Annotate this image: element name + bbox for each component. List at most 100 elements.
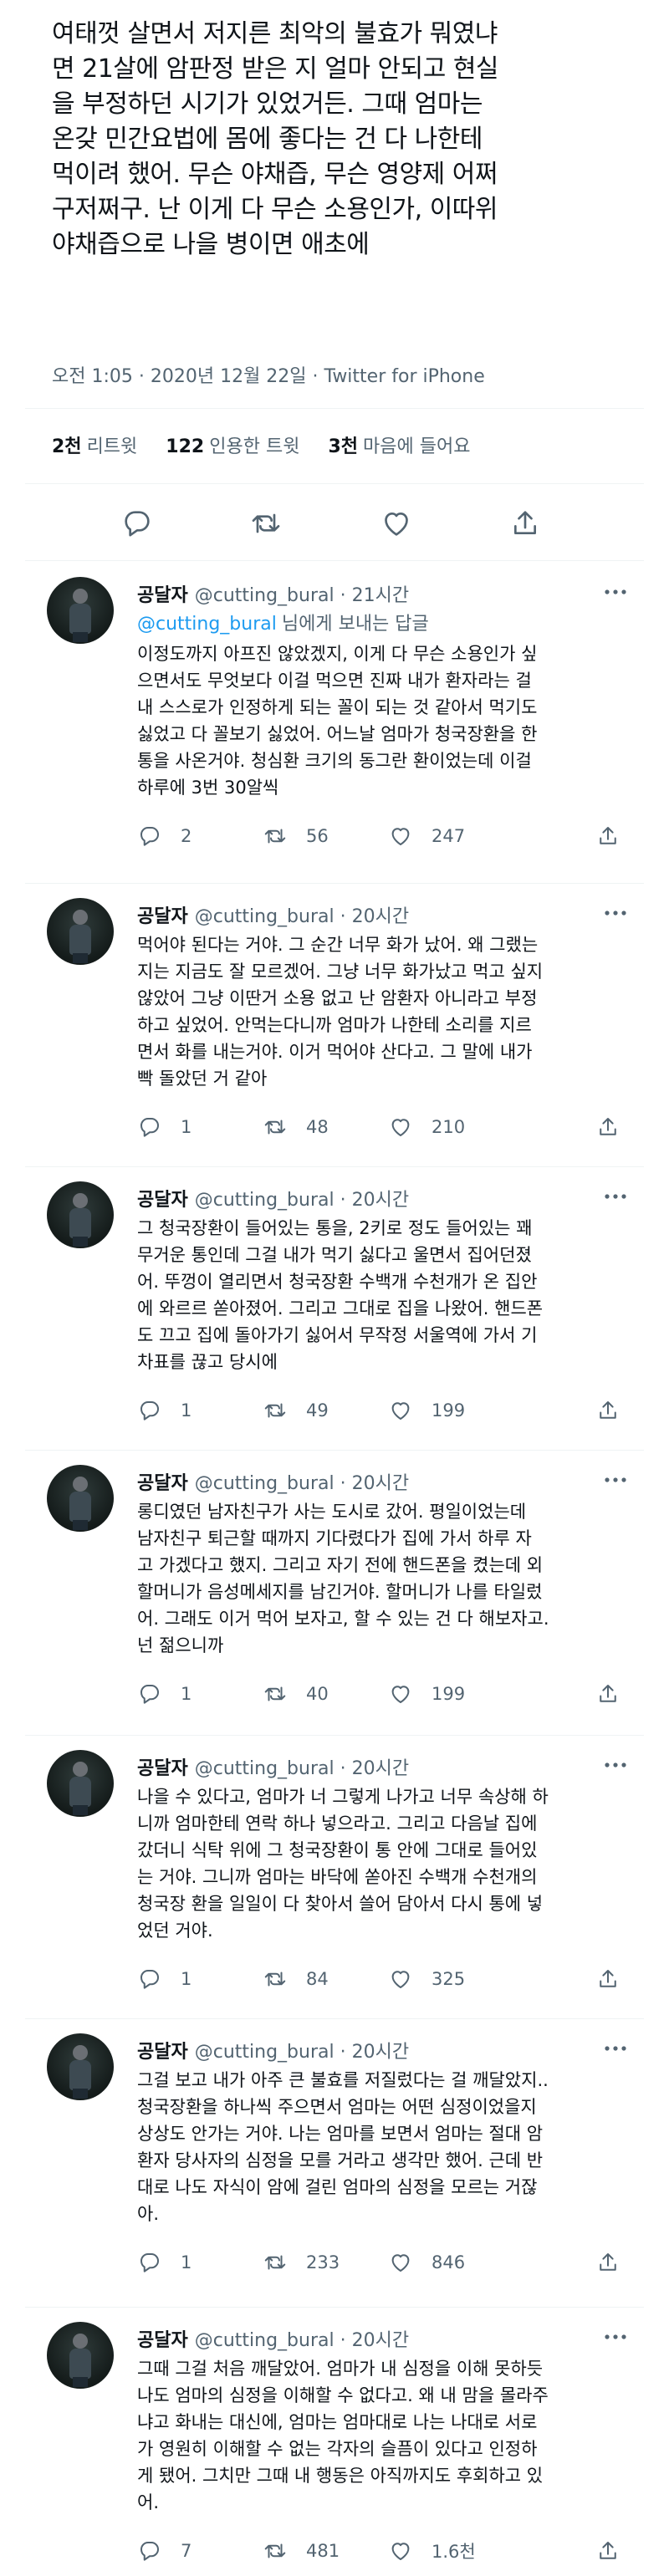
like-count: 247 <box>432 826 466 846</box>
replying-to-label: 님에게 보내는 답글 <box>281 614 429 635</box>
display-name[interactable]: 공달자 <box>137 906 188 927</box>
reply-time[interactable]: · 20시간 <box>340 906 409 927</box>
divider <box>25 408 644 409</box>
avatar-image[interactable] <box>47 1465 114 1532</box>
retweet-count: 40 <box>306 1684 329 1704</box>
reply-text-line: 지는 지금도 잘 모르겠어. 그냥 너무 화가났고 먹고 싶지 <box>137 962 544 982</box>
user-handle[interactable]: @cutting_bural <box>195 1190 334 1211</box>
retweet-count: 233 <box>306 2252 340 2272</box>
reply-text-line: 할머니가 음성메세지를 남긴거야. 할머니가 나를 타일렀 <box>137 1582 543 1602</box>
retweet-count[interactable]: 2천 리트윗 <box>52 431 137 458</box>
user-handle[interactable]: @cutting_bural <box>195 906 334 927</box>
like-button[interactable]: 210 <box>388 1110 465 1144</box>
divider <box>25 883 644 884</box>
avatar-image[interactable] <box>47 1181 114 1248</box>
reply-text-line: 었던 거야. <box>137 1921 213 1941</box>
reply-button[interactable]: 1 <box>137 1677 192 1711</box>
tweet-text-line: 온갖 민간요법에 몸에 좋다는 건 다 나한테 <box>52 125 483 154</box>
reply-text: 그때 그걸 처음 깨달았어. 엄마가 내 심정을 이해 못하듯 나도 엄마의 심정… <box>137 2355 639 2516</box>
reply-button[interactable]: 1 <box>137 1110 192 1144</box>
quote-count[interactable]: 122 인용한 트윗 <box>166 431 299 458</box>
replying-to-link[interactable]: @cutting_bural <box>137 614 277 635</box>
like-button[interactable]: 1.6천 <box>388 2534 476 2568</box>
user-handle[interactable]: @cutting_bural <box>195 2042 334 2063</box>
retweet-icon[interactable] <box>249 507 283 540</box>
reply-time[interactable]: · 20시간 <box>340 1473 409 1494</box>
retweet-button[interactable]: 49 <box>263 1394 329 1427</box>
reply-text-line: 하고 싶었어. 안먹는다니까 엄마가 나한테 소리를 지르 <box>137 1015 532 1035</box>
retweet-button[interactable]: 84 <box>263 1962 329 1996</box>
retweet-button[interactable]: 48 <box>263 1110 329 1144</box>
share-button[interactable] <box>595 2534 639 2568</box>
user-handle[interactable]: @cutting_bural <box>195 1758 334 1779</box>
user-handle[interactable]: @cutting_bural <box>195 585 334 606</box>
reply-time[interactable]: · 20시간 <box>340 1190 409 1211</box>
like-button[interactable]: 199 <box>388 1394 465 1427</box>
heart-icon[interactable] <box>380 507 413 540</box>
display-name[interactable]: 공달자 <box>137 1190 188 1211</box>
retweet-button[interactable]: 40 <box>263 1677 329 1711</box>
reply-time[interactable]: · 21시간 <box>340 585 409 606</box>
user-handle[interactable]: @cutting_bural <box>195 2330 334 2351</box>
avatar-image[interactable] <box>47 898 114 965</box>
share-icon[interactable] <box>508 507 542 540</box>
reply-text: 이정도까지 아프진 않았겠지, 이게 다 무슨 소용인가 싶 으면서도 무엇보다 … <box>137 640 639 801</box>
share-button[interactable] <box>595 1677 639 1711</box>
avatar-image[interactable] <box>47 2033 114 2100</box>
reply-time[interactable]: · 20시간 <box>340 2330 409 2351</box>
reply-text-line: 어. 그래도 이거 먹어 보자고, 할 수 있는 건 다 해보자고. <box>137 1609 549 1629</box>
display-name[interactable]: 공달자 <box>137 2330 188 2351</box>
more-icon[interactable] <box>599 1755 632 1775</box>
like-button[interactable]: 247 <box>388 819 465 853</box>
more-icon[interactable] <box>599 903 632 923</box>
reply-time[interactable]: · 20시간 <box>340 2042 409 2063</box>
avatar-image[interactable] <box>47 577 114 644</box>
retweet-button[interactable]: 233 <box>263 2246 340 2279</box>
heart-icon <box>388 1681 432 1706</box>
reply-text-line: 남자친구 퇴근할 때까지 기다렸다가 집에 가서 하루 자 <box>137 1528 532 1548</box>
more-icon[interactable] <box>599 2038 632 2058</box>
user-handle[interactable]: @cutting_bural <box>195 1473 334 1494</box>
retweet-count: 84 <box>306 1969 329 1989</box>
avatar-image[interactable] <box>47 1750 114 1817</box>
avatar-image[interactable] <box>47 2322 114 2389</box>
share-button[interactable] <box>595 819 639 853</box>
reply-text-line: 면서 화를 내는거야. 이거 먹어야 산다고. 그 말에 내가 <box>137 1042 533 1062</box>
share-button[interactable] <box>595 1110 639 1144</box>
display-name[interactable]: 공달자 <box>137 1473 188 1494</box>
retweet-button[interactable]: 481 <box>263 2534 340 2568</box>
more-icon[interactable] <box>599 582 632 602</box>
reply-button[interactable]: 2 <box>137 819 192 853</box>
share-button[interactable] <box>595 1962 639 1996</box>
like-button[interactable]: 846 <box>388 2246 465 2279</box>
more-icon[interactable] <box>599 1186 632 1206</box>
reply-button[interactable]: 7 <box>137 2534 192 2568</box>
share-button[interactable] <box>595 2246 639 2279</box>
reply-time[interactable]: · 20시간 <box>340 1758 409 1779</box>
more-icon[interactable] <box>599 1470 632 1490</box>
like-count[interactable]: 3천 마음에 들어요 <box>328 431 470 458</box>
reply-text-line: 냐고 화내는 대신에, 엄마는 엄마대로 나는 나대로 서로 <box>137 2412 538 2432</box>
reply-button[interactable]: 1 <box>137 1394 192 1427</box>
display-name[interactable]: 공달자 <box>137 585 188 606</box>
display-name[interactable]: 공달자 <box>137 2042 188 2063</box>
share-icon <box>595 1398 639 1423</box>
reply-count: 1 <box>181 1400 192 1421</box>
reply-text-line: 고 가겠다고 했지. 그리고 자기 전에 핸드폰을 켰는데 외 <box>137 1555 544 1575</box>
share-button[interactable] <box>595 1394 639 1427</box>
display-name[interactable]: 공달자 <box>137 1758 188 1779</box>
tweet-timestamp[interactable]: 오전 1:05 · 2020년 12월 22일 · Twitter for iP… <box>52 361 485 388</box>
reply-button[interactable]: 1 <box>137 2246 192 2279</box>
reply-header: 공달자 @cutting_bural · 20시간 <box>137 1468 409 1495</box>
like-button[interactable]: 199 <box>388 1677 465 1711</box>
retweet-button[interactable]: 56 <box>263 819 329 853</box>
like-button[interactable]: 325 <box>388 1962 465 1996</box>
reply-button[interactable]: 1 <box>137 1962 192 1996</box>
retweet-count: 56 <box>306 826 329 846</box>
reply-text-line: 니까 엄마한테 연락 하나 넣으라고. 그리고 다음날 집에 <box>137 1813 538 1834</box>
more-icon[interactable] <box>599 2327 632 2347</box>
retweet-icon <box>263 1681 306 1706</box>
reply-icon[interactable] <box>120 507 154 540</box>
reply-header: 공달자 @cutting_bural · 20시간 <box>137 901 409 928</box>
tweet-text-line: 여태껏 살면서 저지른 최악의 불효가 뭐였냐 <box>52 19 498 48</box>
